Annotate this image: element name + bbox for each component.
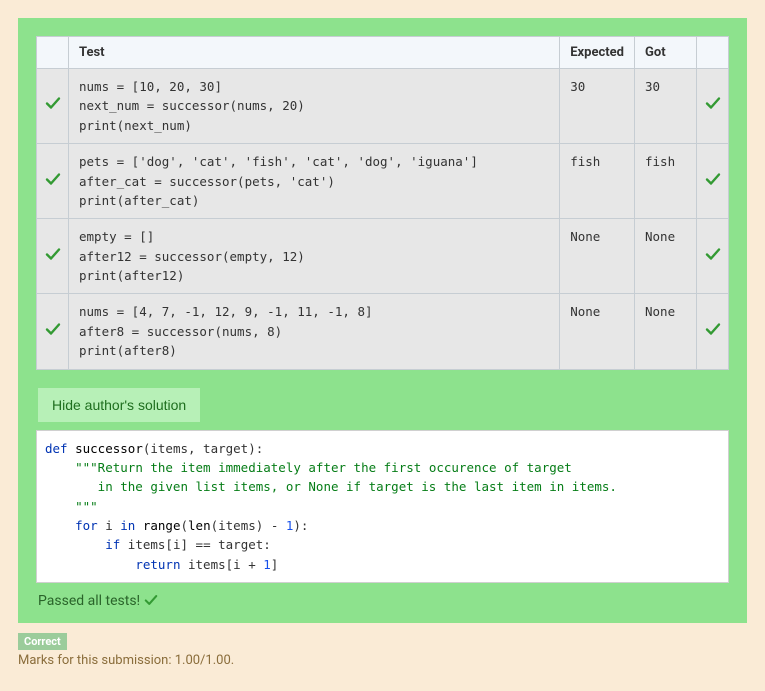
header-test: Test: [69, 37, 560, 69]
row-expected: fish: [560, 144, 635, 219]
row-status-right: [697, 294, 729, 369]
row-status-left: [37, 144, 69, 219]
row-status-right: [697, 69, 729, 144]
test-results-body: nums = [10, 20, 30] next_num = successor…: [37, 69, 729, 370]
passed-all-tests: Passed all tests!: [38, 593, 727, 609]
row-test-code: pets = ['dog', 'cat', 'fish', 'cat', 'do…: [69, 144, 560, 219]
check-icon: [45, 246, 61, 262]
test-results-table: Test Expected Got nums = [10, 20, 30] ne…: [36, 36, 729, 370]
check-icon: [705, 95, 721, 111]
table-row: empty = [] after12 = successor(empty, 12…: [37, 219, 729, 294]
check-icon: [45, 321, 61, 337]
row-got: fish: [635, 144, 697, 219]
check-icon: [144, 593, 158, 609]
row-status-right: [697, 144, 729, 219]
row-test-code: nums = [4, 7, -1, 12, 9, -1, 11, -1, 8] …: [69, 294, 560, 369]
row-test-code: empty = [] after12 = successor(empty, 12…: [69, 219, 560, 294]
check-icon: [45, 95, 61, 111]
table-row: nums = [4, 7, -1, 12, 9, -1, 11, -1, 8] …: [37, 294, 729, 369]
row-got: 30: [635, 69, 697, 144]
header-status-right: [697, 37, 729, 69]
table-row: pets = ['dog', 'cat', 'fish', 'cat', 'do…: [37, 144, 729, 219]
check-icon: [705, 321, 721, 337]
row-status-right: [697, 219, 729, 294]
check-icon: [705, 246, 721, 262]
row-expected: None: [560, 219, 635, 294]
check-icon: [705, 171, 721, 187]
table-row: nums = [10, 20, 30] next_num = successor…: [37, 69, 729, 144]
row-status-left: [37, 219, 69, 294]
row-got: None: [635, 294, 697, 369]
solution-toggle-wrap: Hide author's solution: [38, 388, 729, 422]
check-icon: [45, 171, 61, 187]
header-got: Got: [635, 37, 697, 69]
passed-text: Passed all tests!: [38, 593, 140, 609]
row-status-left: [37, 294, 69, 369]
solution-code-block: def successor(items, target): """Return …: [36, 430, 729, 584]
row-status-left: [37, 69, 69, 144]
result-panel: Test Expected Got nums = [10, 20, 30] ne…: [18, 18, 747, 623]
hide-solution-button[interactable]: Hide author's solution: [38, 388, 200, 422]
row-got: None: [635, 219, 697, 294]
row-test-code: nums = [10, 20, 30] next_num = successor…: [69, 69, 560, 144]
header-status-left: [37, 37, 69, 69]
row-expected: 30: [560, 69, 635, 144]
header-expected: Expected: [560, 37, 635, 69]
marks-text: Marks for this submission: 1.00/1.00.: [18, 653, 747, 668]
row-expected: None: [560, 294, 635, 369]
correct-badge: Correct: [18, 633, 67, 650]
